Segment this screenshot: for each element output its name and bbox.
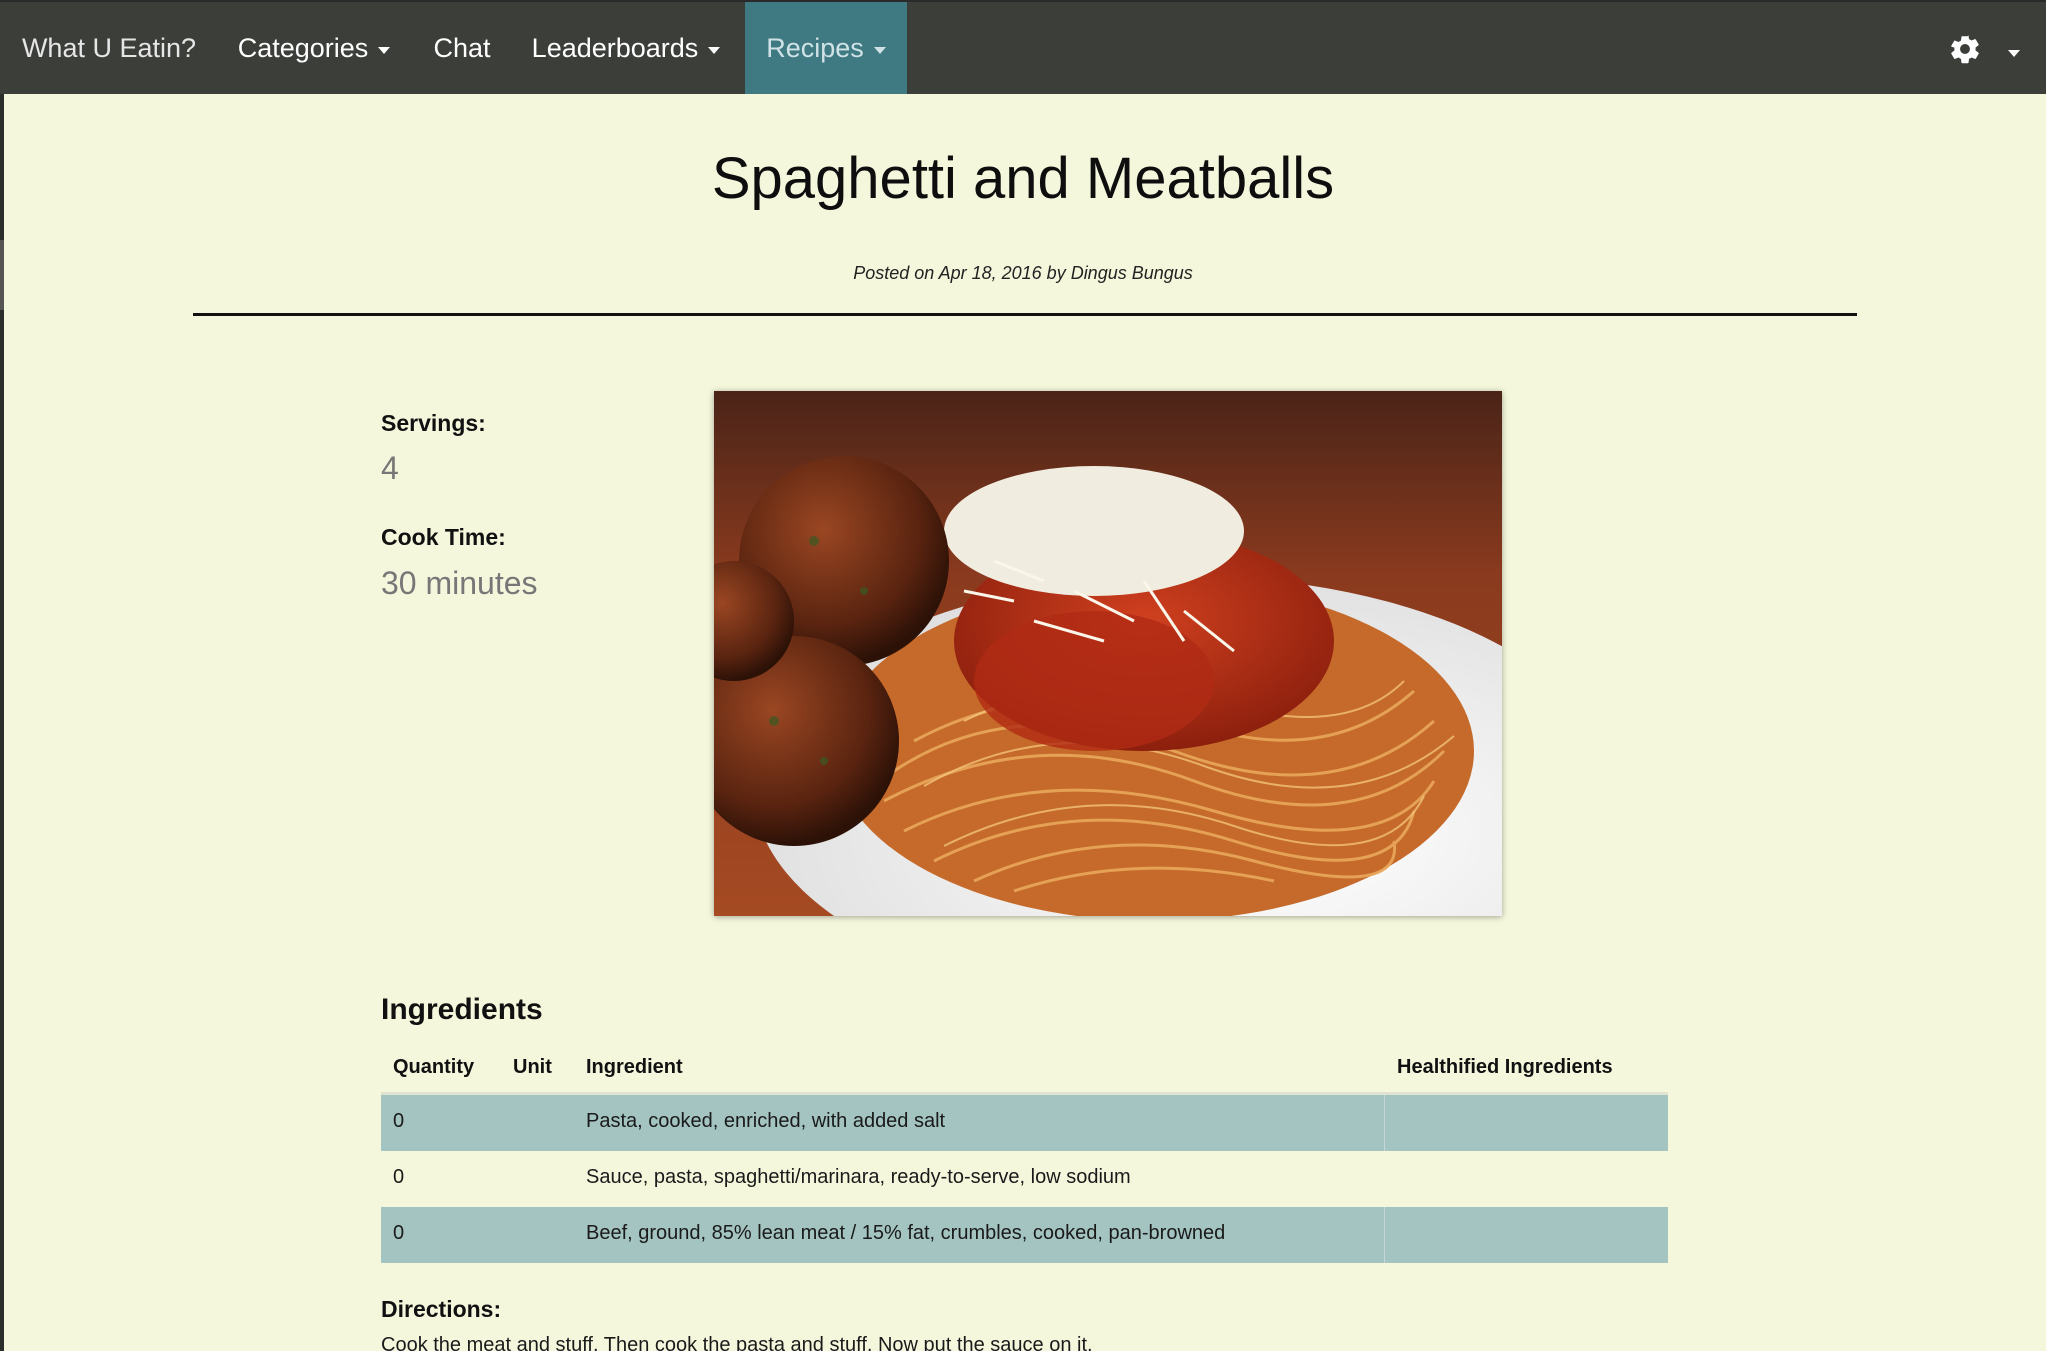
spaghetti-meatballs-photo <box>714 391 1502 916</box>
table-row: 0 Beef, ground, 85% lean meat / 15% fat,… <box>381 1207 1668 1263</box>
cell-ingredient: Sauce, pasta, spaghetti/marinara, ready-… <box>586 1166 1131 1188</box>
nav-leaderboards-label: Leaderboards <box>531 32 699 63</box>
nav-recipes-label: Recipes <box>766 32 864 63</box>
servings-label: Servings: <box>381 410 486 436</box>
cell-quantity: 0 <box>393 1222 405 1244</box>
brand-link[interactable]: What U Eatin? <box>4 2 214 94</box>
recipe-title: Spaghetti and Meatballs <box>711 146 1335 211</box>
chevron-down-icon <box>708 46 721 54</box>
ingredients-title: Ingredients <box>381 993 543 1026</box>
column-divider <box>1384 1207 1385 1263</box>
cell-ingredient: Pasta, cooked, enriched, with added salt <box>586 1110 946 1132</box>
header-ingredient: Ingredient <box>586 1056 683 1078</box>
column-divider <box>1384 1095 1385 1151</box>
gear-icon[interactable] <box>1948 32 1982 66</box>
nav-chat[interactable]: Chat <box>414 2 510 94</box>
directions-label: Directions: <box>381 1296 502 1322</box>
cell-ingredient: Beef, ground, 85% lean meat / 15% fat, c… <box>586 1222 1226 1244</box>
ingredients-table: Quantity Unit Ingredient Healthified Ing… <box>381 1040 1668 1263</box>
navbar: What U Eatin? Categories Chat Leaderboar… <box>0 0 2046 94</box>
user-menu-chevron-down-icon[interactable] <box>2008 50 2020 57</box>
cell-quantity: 0 <box>393 1166 405 1188</box>
nav-categories-dropdown[interactable]: Categories <box>216 2 412 94</box>
cook-time-label: Cook Time: <box>381 524 506 550</box>
table-row: 0 Sauce, pasta, spaghetti/marinara, read… <box>381 1151 1668 1207</box>
posted-info: Posted on Apr 18, 2016 by Dingus Bungus <box>853 263 1193 283</box>
cell-quantity: 0 <box>393 1110 405 1132</box>
table-row: 0 Pasta, cooked, enriched, with added sa… <box>381 1095 1668 1151</box>
directions-text: Cook the meat and stuff. Then cook the p… <box>381 1334 1093 1351</box>
nav-categories-label: Categories <box>237 32 369 63</box>
page: What U Eatin? Categories Chat Leaderboar… <box>0 0 2046 1351</box>
nav-chat-label: Chat <box>433 32 491 63</box>
table-header: Quantity Unit Ingredient Healthified Ing… <box>381 1040 1668 1095</box>
cook-time-value: 30 minutes <box>381 565 538 601</box>
chevron-down-icon <box>378 46 391 54</box>
recipe-image <box>714 391 1502 916</box>
header-quantity: Quantity <box>393 1056 475 1078</box>
servings-value: 4 <box>381 450 399 486</box>
nav-recipes-dropdown[interactable]: Recipes <box>745 2 907 94</box>
header-divider <box>193 313 1857 316</box>
header-unit: Unit <box>513 1056 552 1078</box>
chevron-down-icon <box>873 46 886 54</box>
header-healthified: Healthified Ingredients <box>1397 1056 1613 1078</box>
nav-leaderboards-dropdown[interactable]: Leaderboards <box>512 2 740 94</box>
